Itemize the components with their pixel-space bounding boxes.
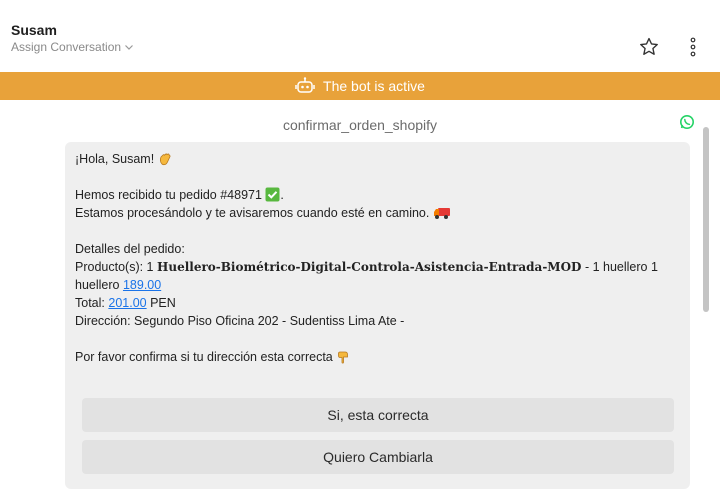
confirm-prompt-line: Por favor confirma si tu dirección esta … [75,348,675,366]
chat-area: confirmar_orden_shopify ¡Hola, Susam! He… [0,100,720,491]
conversation-header: Susam Assign Conversation [0,0,720,72]
total-line: Total: 201.00 PEN [75,296,176,310]
product-line: Producto(s): 1 Huellero-Biométrico-Digit… [75,260,658,274]
message-text: ¡Hola, Susam! Hemos recibido tu pedido #… [75,150,675,380]
robot-icon [295,77,315,93]
message-bubble: ¡Hola, Susam! Hemos recibido tu pedido #… [65,142,690,489]
star-icon[interactable] [638,36,660,58]
more-vertical-icon[interactable] [686,36,700,58]
received-line: Hemos recibido tu pedido #48971 . [75,187,284,202]
product-name: Huellero-Biométrico-Digital-Controla-Asi… [157,260,582,274]
delivery-truck-icon [433,208,450,219]
template-name: confirmar_orden_shopify [282,117,438,133]
greeting-text: ¡Hola, Susam! [75,152,155,166]
pointing-down-icon [338,351,349,364]
bot-banner-text: The bot is active [323,78,425,94]
product-line-2: huellero 189.00 [75,278,162,292]
greeting-line: ¡Hola, Susam! [75,150,675,168]
total-amount-link[interactable]: 201.00 [108,296,146,310]
processing-line: Estamos procesándolo y te avisaremos cua… [75,204,675,222]
confirm-address-button[interactable]: Si, esta correcta [82,398,674,432]
assign-conversation-dropdown[interactable]: Assign Conversation [11,40,134,54]
details-heading: Detalles del pedido: [75,242,185,256]
message-scrollbar[interactable] [703,127,709,312]
change-address-button[interactable]: Quiero Cambiarla [82,440,674,474]
assign-conversation-label: Assign Conversation [11,40,122,54]
address-line: Dirección: Segundo Piso Oficina 202 - Su… [75,314,405,328]
whatsapp-icon [680,115,694,129]
bot-active-banner: The bot is active [0,72,720,100]
chevron-down-icon [125,45,133,50]
contact-name: Susam [11,22,57,38]
check-mark-icon [265,187,280,202]
waving-hand-icon [159,153,171,166]
product-price-link[interactable]: 189.00 [123,278,161,292]
